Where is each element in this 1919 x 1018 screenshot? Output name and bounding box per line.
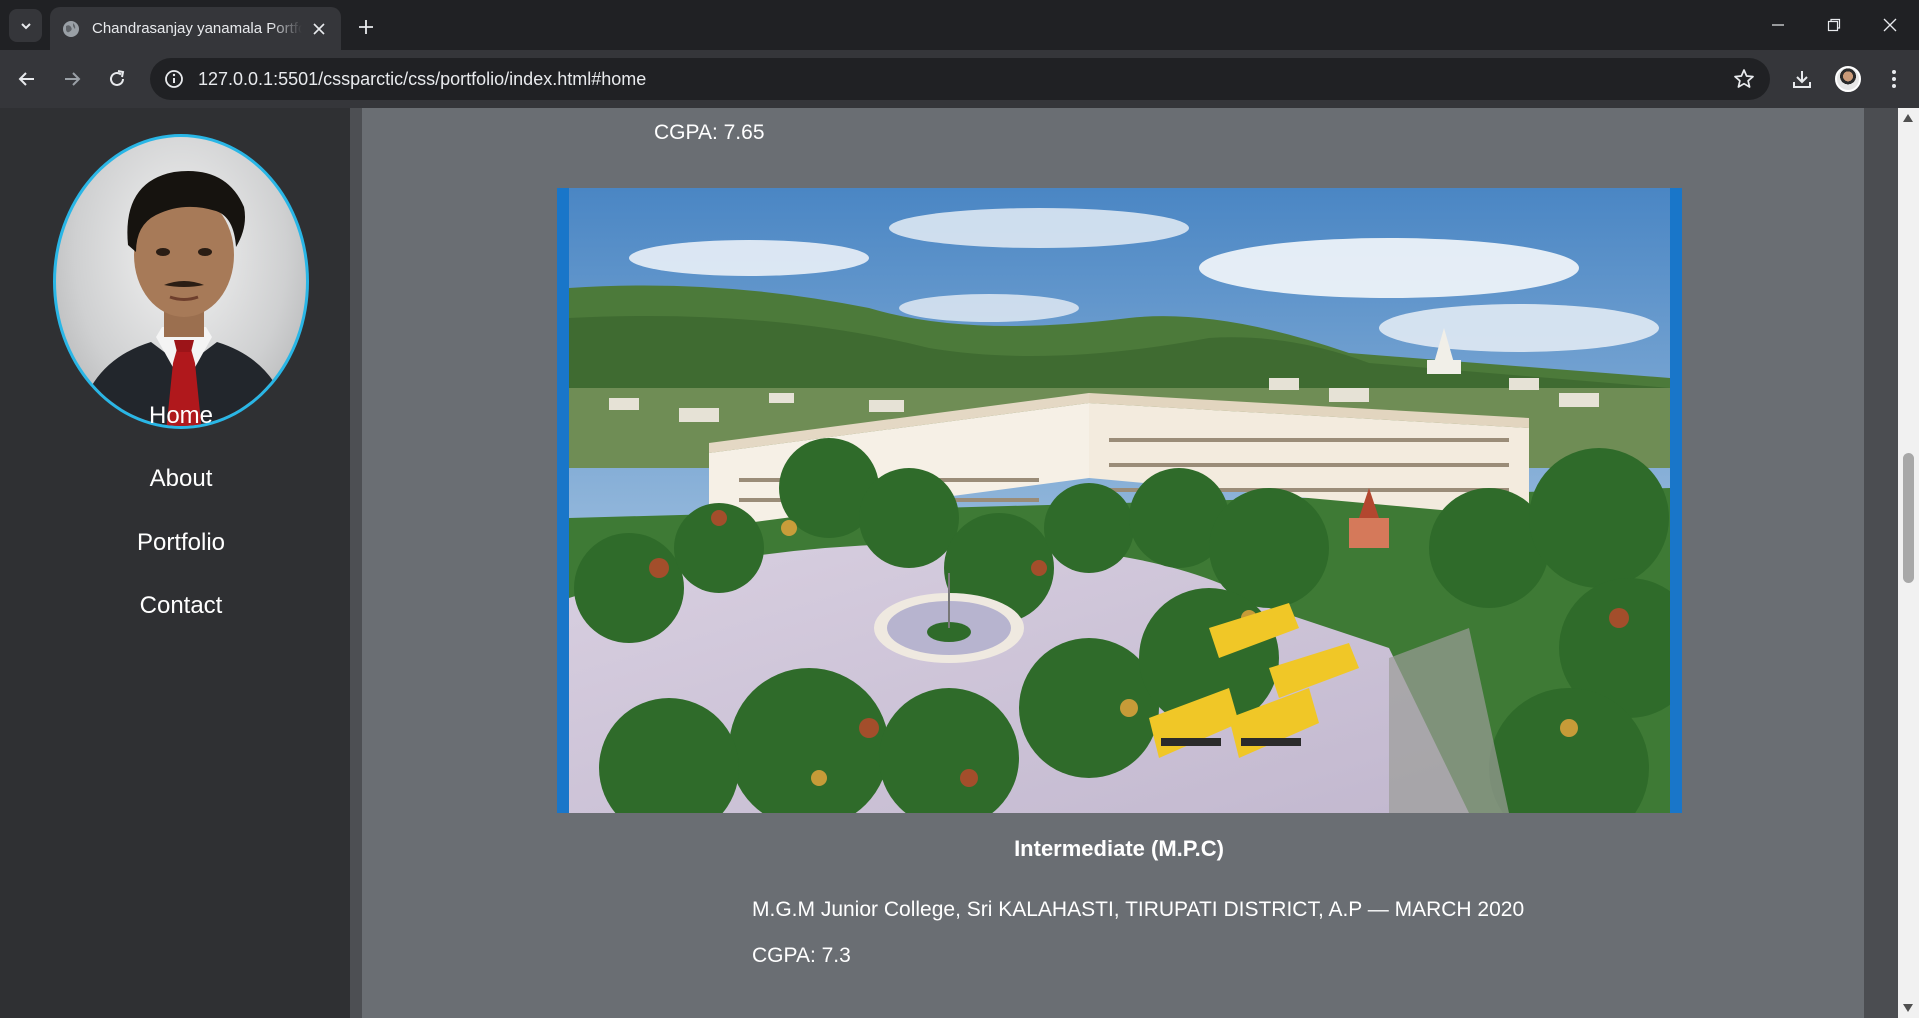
scroll-down-icon[interactable]: [1903, 1004, 1913, 1012]
info-icon[interactable]: [162, 67, 186, 91]
sidebar: Home About Portfolio Contact: [0, 108, 362, 1018]
nav-item-portfolio[interactable]: Portfolio: [0, 529, 362, 557]
education-title: Intermediate (M.P.C): [1014, 836, 1224, 861]
star-icon[interactable]: [1732, 67, 1756, 91]
college-photo-frame: [557, 188, 1682, 813]
kebab-menu-icon: [1892, 70, 1896, 88]
nav-label[interactable]: Contact: [140, 592, 223, 619]
chevron-down-icon: [20, 22, 31, 29]
browser-tab-active[interactable]: Chandrasanjay yanamala Portfolio: [50, 7, 341, 50]
education-cgpa: CGPA: 7.3: [752, 944, 851, 967]
minimize-button[interactable]: [1750, 0, 1806, 50]
globe-icon: [63, 20, 79, 37]
download-icon: [1793, 71, 1811, 88]
tab-search-button[interactable]: [9, 9, 42, 42]
forward-button[interactable]: [54, 61, 90, 97]
back-arrow-icon: [18, 72, 34, 86]
nav-item-about[interactable]: About: [0, 465, 362, 493]
url-text[interactable]: 127.0.0.1:5501/cssparctic/css/portfolio/…: [198, 69, 646, 90]
reload-button[interactable]: [99, 61, 135, 97]
page-viewport: Home About Portfolio Contact CGPA: 7.65: [0, 108, 1919, 1018]
profile-button[interactable]: [1830, 61, 1866, 97]
nav-label[interactable]: About: [150, 465, 213, 492]
nav-item-contact[interactable]: Contact: [0, 592, 362, 620]
scrollbar-thumb[interactable]: [1903, 453, 1914, 583]
address-bar[interactable]: 127.0.0.1:5501/cssparctic/css/portfolio/…: [150, 58, 1770, 100]
reload-icon: [110, 70, 125, 86]
restore-button[interactable]: [1806, 0, 1862, 50]
restore-icon: [1827, 18, 1841, 32]
minimize-icon: [1772, 24, 1784, 26]
new-tab-button[interactable]: [352, 13, 380, 41]
window-close-button[interactable]: [1862, 0, 1918, 50]
browser-toolbar: 127.0.0.1:5501/cssparctic/css/portfolio/…: [0, 50, 1919, 108]
previous-cgpa: CGPA: 7.65: [654, 121, 765, 144]
profile-avatar-icon: [1835, 66, 1861, 92]
forward-arrow-icon: [65, 72, 81, 86]
college-photo: [569, 188, 1670, 813]
vertical-scrollbar[interactable]: [1898, 108, 1919, 1018]
main-content: CGPA: 7.65 Intermediate (M.P.C) M.G.M Ju…: [374, 108, 1864, 1018]
education-institution: M.G.M Junior College, Sri KALAHASTI, TIR…: [752, 898, 1525, 921]
nav-label[interactable]: Home: [149, 402, 213, 429]
profile-photo: [53, 134, 309, 429]
plus-icon: [359, 20, 373, 34]
download-button[interactable]: [1784, 61, 1820, 97]
back-button[interactable]: [9, 61, 45, 97]
menu-button[interactable]: [1876, 61, 1912, 97]
tab-title: Chandrasanjay yanamala Portfolio: [92, 20, 302, 37]
tab-close-icon[interactable]: [309, 19, 329, 39]
browser-tabstrip: Chandrasanjay yanamala Portfolio: [0, 0, 1919, 50]
scroll-up-icon[interactable]: [1903, 114, 1913, 122]
content-gutter: [1864, 108, 1898, 1018]
nav-item-home[interactable]: Home: [0, 402, 362, 430]
window-close-icon: [1883, 18, 1897, 32]
nav-label[interactable]: Portfolio: [137, 529, 225, 556]
